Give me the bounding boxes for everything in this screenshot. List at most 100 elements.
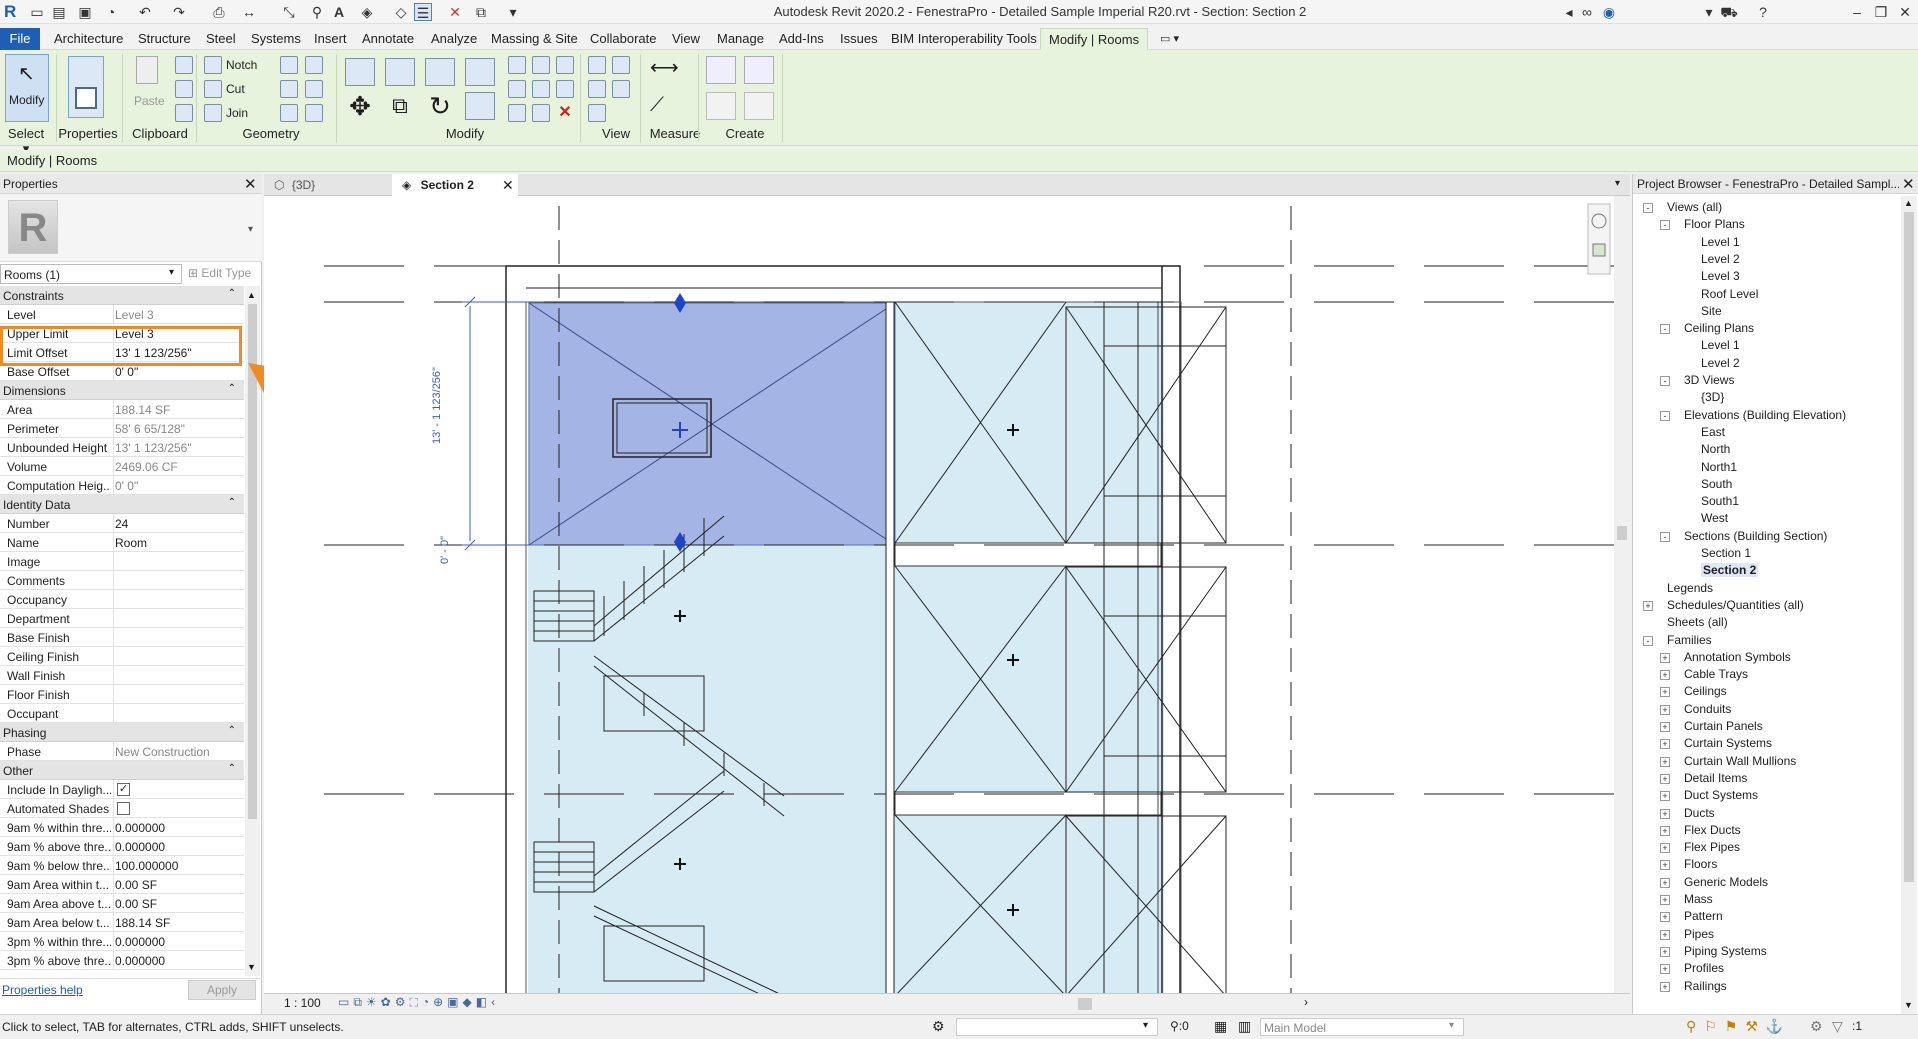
unpin-icon[interactable] <box>556 56 574 74</box>
minimize-icon[interactable]: – <box>1844 2 1870 22</box>
properties-help-link[interactable]: Properties help <box>2 983 83 997</box>
revit-logo-icon[interactable]: R <box>4 2 22 22</box>
browser-node[interactable]: Section 1 <box>1701 546 1751 560</box>
tab-steel[interactable]: Steel <box>206 28 236 51</box>
wall-joins-icon[interactable] <box>280 56 298 74</box>
demolish-icon[interactable] <box>305 80 323 98</box>
browser-node[interactable]: Piping Systems <box>1684 944 1767 958</box>
editable-only-count[interactable]: ⚲:0 <box>1170 1019 1189 1033</box>
tab-issues[interactable]: Issues <box>840 28 878 51</box>
browser-node[interactable]: Level 1 <box>1701 235 1740 249</box>
browser-node[interactable]: Elevations (Building Elevation) <box>1684 408 1846 422</box>
collapse-icon[interactable]: ⌃ <box>228 497 236 508</box>
property-row[interactable]: Department <box>0 609 244 628</box>
text-icon[interactable]: A <box>330 3 348 21</box>
dimension-lower-label[interactable]: 0' - 0" <box>439 534 455 564</box>
expand-icon[interactable]: + <box>1660 652 1670 663</box>
move-icon[interactable]: ✥ <box>345 92 375 120</box>
property-value[interactable]: 24 <box>115 517 239 531</box>
property-value[interactable]: 0.000000 <box>115 954 239 968</box>
expand-icon[interactable]: + <box>1660 687 1670 698</box>
browser-node[interactable]: Detail Items <box>1684 771 1747 785</box>
background-process-icon[interactable]: ⚙ <box>1810 1018 1823 1035</box>
save-icon[interactable]: ▣ <box>76 3 94 21</box>
property-row[interactable]: Level Level 3 <box>0 305 244 324</box>
browser-node[interactable]: Generic Models <box>1684 875 1768 889</box>
property-value[interactable]: 0' 0" <box>115 365 239 379</box>
property-section[interactable]: Other ⌃ <box>0 761 244 780</box>
expand-icon[interactable]: + <box>1660 756 1670 767</box>
notch-icon[interactable] <box>204 56 222 74</box>
property-value[interactable]: Room <box>115 536 239 550</box>
property-row[interactable]: Include In Dayligh... ✓ <box>0 780 244 799</box>
collapse-icon[interactable]: ⌃ <box>228 725 236 736</box>
type-selector[interactable]: R ▾ <box>0 194 262 262</box>
paint-icon[interactable] <box>280 80 298 98</box>
paste-button[interactable]: Paste <box>130 54 166 122</box>
property-value[interactable]: 0.00 SF <box>115 897 239 911</box>
tab-insert[interactable]: Insert <box>314 28 347 51</box>
tab-view[interactable]: View <box>672 28 700 51</box>
hide-icon[interactable] <box>588 56 606 74</box>
expand-icon[interactable]: + <box>1660 912 1670 923</box>
section-drawing[interactable] <box>264 196 1630 993</box>
browser-node[interactable]: Ceilings <box>1684 684 1727 698</box>
expand-icon[interactable]: + <box>1643 600 1653 611</box>
expand-icon[interactable]: + <box>1660 791 1670 802</box>
create-parts-icon[interactable] <box>744 92 774 120</box>
beam-join-icon[interactable] <box>280 104 298 122</box>
property-row[interactable]: Automated Shades <box>0 799 244 818</box>
property-row[interactable]: 9am % below thre... 100.000000 <box>0 856 244 875</box>
section-icon[interactable]: ☰ <box>414 3 432 21</box>
property-value[interactable]: 188.14 SF <box>115 916 239 930</box>
browser-node[interactable]: Sections (Building Section) <box>1684 529 1827 543</box>
measure-icon[interactable]: ↔ <box>240 3 258 21</box>
mirror-draw-icon[interactable] <box>465 58 495 86</box>
property-row[interactable]: Floor Finish <box>0 685 244 704</box>
browser-node[interactable]: Duct Systems <box>1684 788 1758 802</box>
rotate-icon[interactable]: ↻ <box>425 92 455 120</box>
property-row[interactable]: 9am Area above t... 0.00 SF <box>0 894 244 913</box>
drawing-canvas[interactable]: 13' - 1 123/256" 0' - 0" <box>264 196 1630 993</box>
collapse-icon[interactable]: - <box>1643 635 1653 646</box>
browser-node[interactable]: Schedules/Quantities (all) <box>1667 598 1804 612</box>
tab-section-2[interactable]: ◈ Section 2 ✕ <box>392 174 518 196</box>
browser-node[interactable]: Pattern <box>1684 909 1723 923</box>
worksets-icon[interactable]: ⚙ <box>932 1018 945 1035</box>
mirror-axis-icon[interactable] <box>425 58 455 86</box>
scale-icon[interactable] <box>532 80 550 98</box>
property-row[interactable]: 9am Area below t... 188.14 SF <box>0 913 244 932</box>
tab-menu-icon[interactable]: ▾ <box>1615 178 1620 189</box>
browser-node[interactable]: Level 3 <box>1701 269 1740 283</box>
browser-node[interactable]: East <box>1701 425 1725 439</box>
property-value[interactable]: 100.000000 <box>115 859 239 873</box>
collapse-icon[interactable]: ⌃ <box>228 383 236 394</box>
user-icon[interactable]: ◉ <box>1600 3 1618 21</box>
browser-node[interactable]: Annotation Symbols <box>1684 650 1791 664</box>
property-row[interactable]: 9am Area within t... 0.00 SF <box>0 875 244 894</box>
browser-node[interactable]: Railings <box>1684 979 1727 993</box>
browser-node[interactable]: Level 1 <box>1701 338 1740 352</box>
switch-windows-icon[interactable]: ⧉ <box>472 3 490 21</box>
browser-node[interactable]: Site <box>1701 304 1722 318</box>
property-row[interactable]: Name Room <box>0 533 244 552</box>
tab-structure[interactable]: Structure <box>138 28 191 51</box>
browser-node[interactable]: Sheets (all) <box>1667 615 1728 629</box>
redo-icon[interactable]: ↷ <box>170 3 188 21</box>
browser-node[interactable]: Curtain Wall Mullions <box>1684 754 1796 768</box>
close-hidden-icon[interactable]: ✕ <box>446 3 464 21</box>
binoculars-icon[interactable]: ∞ <box>1578 3 1596 21</box>
canvas-vertical-scrollbar[interactable] <box>1614 196 1630 993</box>
tab-bim-interoperability[interactable]: BIM Interoperability Tools <box>891 28 1037 51</box>
create-assembly-icon[interactable] <box>706 92 736 120</box>
property-section[interactable]: Phasing ⌃ <box>0 723 244 742</box>
collapse-icon[interactable]: ⌃ <box>228 763 236 774</box>
property-row[interactable]: Occupancy <box>0 590 244 609</box>
collapse-icon[interactable]: - <box>1660 376 1670 386</box>
tab-architecture[interactable]: Architecture <box>54 28 123 51</box>
expand-icon[interactable]: + <box>1660 981 1670 992</box>
expand-icon[interactable]: + <box>1660 946 1670 957</box>
height-dimension[interactable] <box>462 296 529 551</box>
split-gap-icon[interactable] <box>532 56 550 74</box>
match-type-icon[interactable] <box>175 104 193 122</box>
